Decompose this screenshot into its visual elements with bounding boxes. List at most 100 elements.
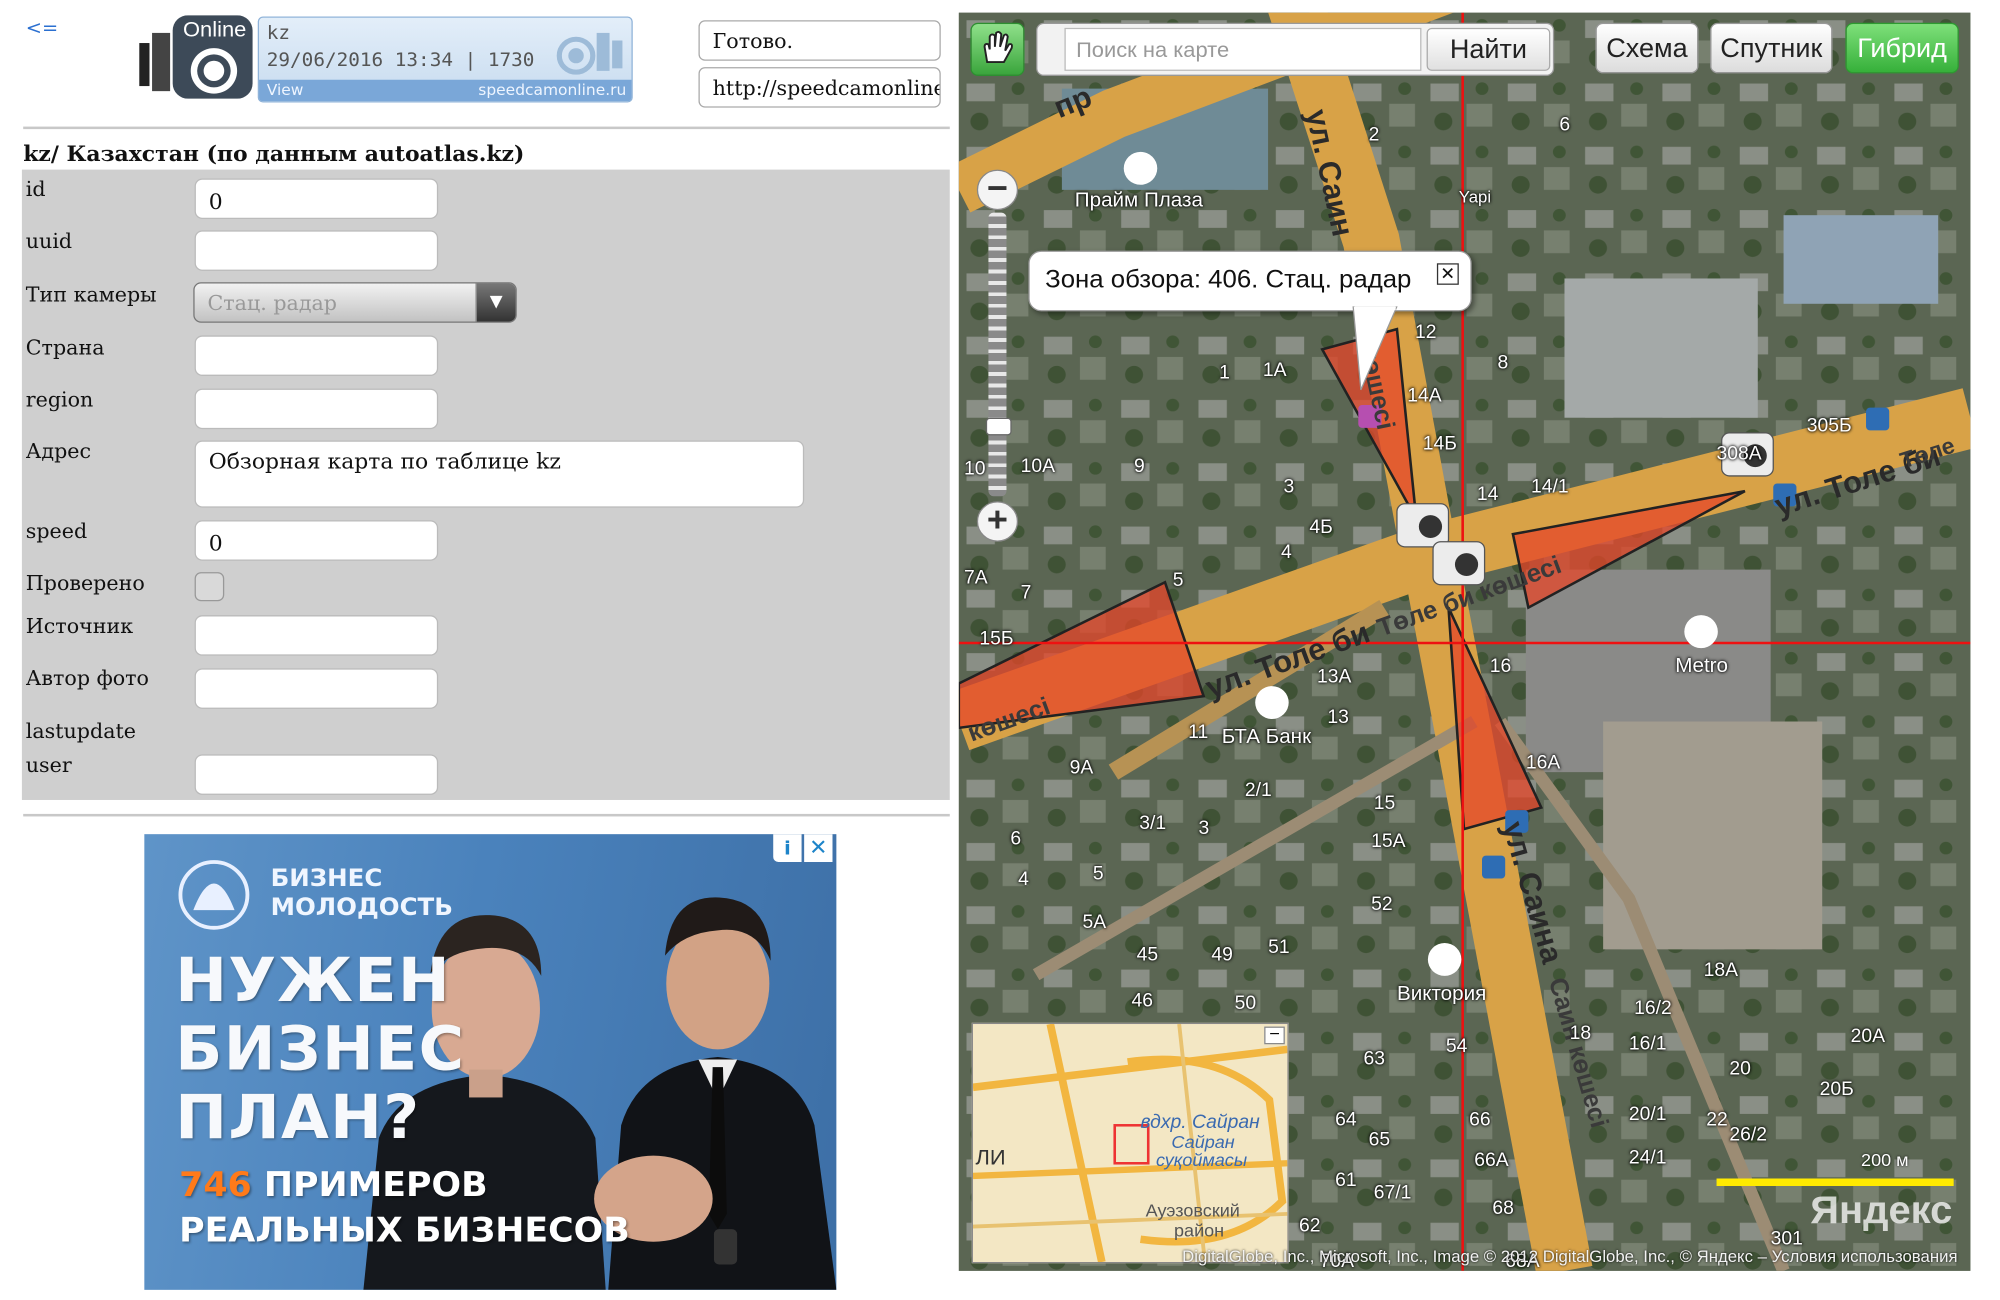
house-number-label: 14Б [1422,432,1457,455]
ad-info-icon[interactable]: i [773,834,802,863]
divider [23,813,950,817]
banner-date: 29/06/2016 13:34 | 1730 [266,48,535,71]
house-number-label: 14A [1407,384,1442,407]
house-number-label: 64 [1335,1108,1357,1131]
ad-brand-line1: БИЗНЕС [270,864,383,893]
map-search-input[interactable]: Поиск на карте [1064,27,1422,71]
zoom-out-button[interactable]: − [976,169,1019,211]
house-number-label: 67/1 [1373,1182,1412,1204]
layer-hybrid-button[interactable]: Гибрид [1845,22,1959,74]
label-speed: speed [25,518,88,544]
photo-author-input[interactable] [194,668,439,709]
map-view[interactable]: ул. Толе би Төле би көшесі ул. Толе би Т… [958,12,1971,1271]
layer-satellite-button[interactable]: Спутник [1710,22,1833,74]
zoom-thumb[interactable] [985,417,1012,436]
house-number-label: 7А [963,567,988,589]
advertisement[interactable]: БИЗНЕС МОЛОДОСТЬ НУЖЕН БИЗНЕС ПЛАН? 746 … [144,834,837,1290]
balloon-tail [1352,306,1398,391]
speed-input[interactable]: 0 [194,520,439,561]
status-text: Готово. [698,20,941,61]
house-number-label: 305Б [1806,415,1852,437]
minimap-label: вдхр. Сайран [1140,1111,1260,1133]
back-link[interactable]: <= [26,16,58,39]
house-number-label: 16/2 [1634,997,1672,1019]
house-number-label: 12 [1414,321,1437,344]
house-number-label: 5 [1172,569,1184,592]
label-region: region [25,387,94,412]
info-balloon: Зона обзора: 406. Стац. радар ✕ [1028,250,1472,312]
house-number-label: 5А [1082,911,1107,933]
layer-scheme-button[interactable]: Схема [1595,22,1699,74]
label-user: user [25,753,72,778]
address-textarea[interactable]: Обзорная карта по таблице kz [194,440,805,508]
house-number-label: 3/1 [1139,812,1167,835]
house-number-label: 65 [1368,1129,1391,1151]
map-search-button[interactable]: Найти [1426,27,1551,71]
label-camera-type: Тип камеры [25,282,157,307]
camera-type-value: Стац. радар [207,291,338,316]
uuid-input[interactable] [194,230,439,271]
minimap-label: Ауэзовский [1145,1199,1240,1221]
minimap-label: ЛИ [975,1145,1006,1170]
verified-checkbox[interactable] [194,572,225,602]
info-banner: kz 29/06/2016 13:34 | 1730 View speedcam… [257,16,633,103]
house-number-label: 62 [1299,1215,1321,1237]
house-number-label: 7 [1020,582,1032,604]
zoom-control[interactable]: − + [976,169,1019,542]
house-number-label: 49 [1211,944,1233,966]
user-input[interactable] [194,754,439,795]
scale-label: 200 м [1861,1149,1909,1170]
ad-headline-3: ПЛАН? [175,1082,421,1154]
ad-sub-2: РЕАЛЬНЫХ БИЗНЕСОВ [179,1211,630,1251]
house-number-label: 9A [1069,756,1094,779]
overview-minimap[interactable]: − вдхр. Сайран Сайран суқоймасы Ауэзовск… [971,1022,1289,1264]
minimap-label: район [1174,1220,1225,1241]
map-search-bar: Поиск на карте Найти [1036,22,1555,76]
country-input[interactable] [194,335,439,376]
house-number-label: 46 [1131,989,1153,1012]
house-number-label: 308A [1716,443,1762,465]
dropdown-arrow-icon[interactable]: ▼ [475,283,516,322]
ad-number: 746 [179,1165,252,1206]
region-input[interactable] [194,388,439,430]
pan-hand-icon[interactable] [970,22,1025,76]
ad-brand: БИЗНЕС МОЛОДОСТЬ [271,865,453,923]
label-photo-author: Автор фото [25,665,149,690]
speedcam-logo: Online [139,15,255,99]
label-address: Адрес [25,439,92,464]
house-number-label: 26/2 [1729,1124,1768,1146]
banner-camera-icon [556,32,623,75]
label-lastupdate: lastupdate [25,718,136,744]
ad-sub1-text: ПРИМЕРОВ [263,1165,488,1206]
house-number-label: 4Б [1309,516,1333,538]
house-number-label: 61 [1335,1169,1357,1192]
id-input[interactable]: 0 [194,178,439,219]
source-input[interactable] [194,615,439,656]
zoom-in-button[interactable]: + [976,501,1019,542]
zoom-slider[interactable] [985,212,1012,497]
house-number-label: 9 [1134,455,1145,478]
house-number-label: 68 [1492,1197,1514,1219]
balloon-close-icon[interactable]: ✕ [1436,263,1459,285]
house-number-label: 10A [1020,455,1056,478]
ad-close-icon[interactable]: ✕ [804,834,833,863]
minimap-minimize-button[interactable]: − [1264,1027,1285,1045]
camera-type-select[interactable]: Стац. радар ▼ [193,282,517,323]
house-number-label: 3 [1283,475,1295,498]
house-number-label: 16/1 [1628,1032,1667,1055]
house-number-label: 66A [1474,1149,1509,1171]
yandex-logo: Яндекс [1810,1187,1953,1232]
ad-headline-1: НУЖЕН [175,945,451,1017]
house-number-label: 45 [1136,944,1159,966]
house-number-label: 4 [1018,868,1029,890]
house-number-label: 14 [1476,483,1499,506]
map-copyright[interactable]: DigitalGlobe, Inc., Microsoft, Inc., Ima… [959,1247,1971,1266]
house-number-label: 11 [1188,721,1209,744]
house-number-label: 3 [1198,817,1210,840]
house-number-label: 13A [1317,665,1352,688]
house-number-label: 15A [1371,830,1406,852]
house-number-label: 15Б [979,627,1014,650]
house-number-label: 22 [1706,1108,1728,1131]
label-verified: Проверено [25,570,145,595]
house-number-label: 54 [1445,1035,1468,1057]
